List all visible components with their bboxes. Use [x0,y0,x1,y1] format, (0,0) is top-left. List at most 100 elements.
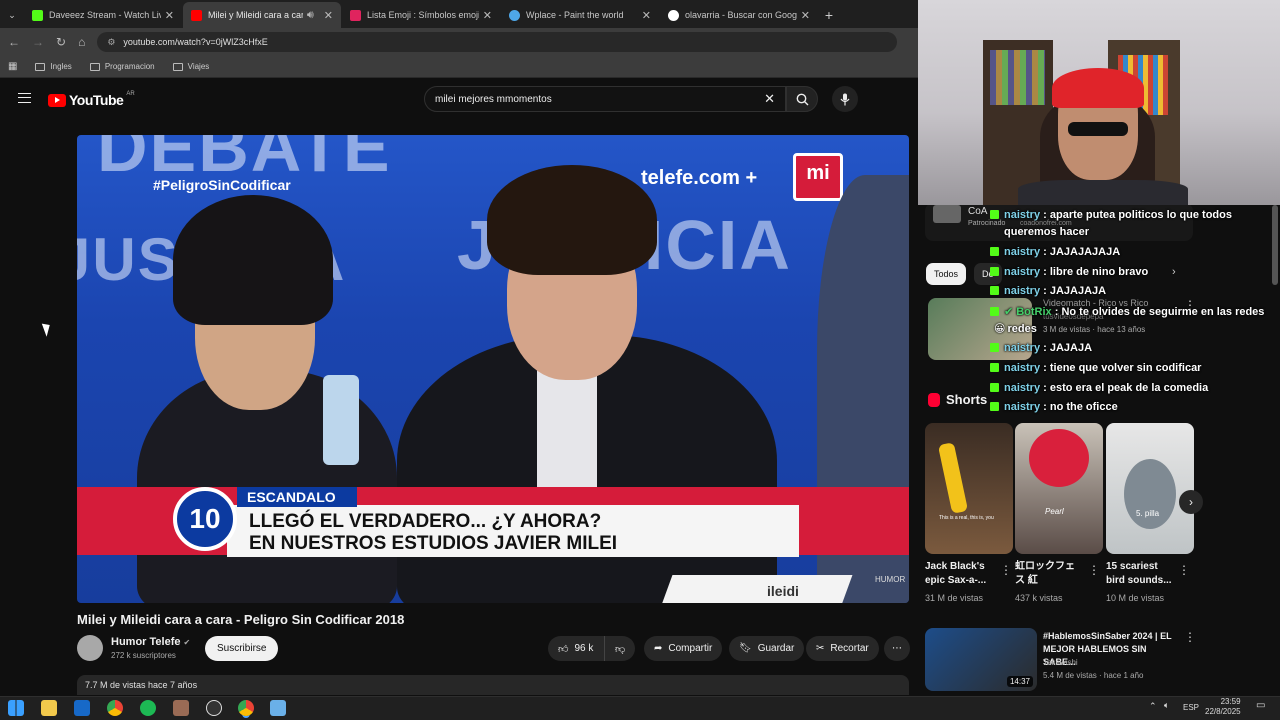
person-left-hair [173,195,333,325]
person-center-hair [487,165,657,275]
close-icon[interactable]: ✕ [165,9,174,22]
search-input[interactable]: milei mejores mmomentos ✕ [424,86,786,112]
new-tab-button[interactable]: + [819,2,839,28]
folder-icon [35,62,46,71]
save-button[interactable]: 🔖︎ Guardar [729,636,805,661]
youtube-header: YouTube AR milei mejores mmomentos ✕ [0,80,918,118]
voice-search-button[interactable] [832,86,858,112]
tab-youtube-video[interactable]: Milei y Mileidi cara a cara -🔊︎✕ [183,2,341,28]
outlook-icon[interactable] [74,700,90,716]
forward-arrow-icon[interactable]: → [32,35,44,49]
bookmarks-bar: ▦ Ingles Programacion Viajes [0,56,918,78]
chrome-active-icon[interactable] [238,700,254,716]
ad-thumbnail [933,205,961,223]
tab-emoji-list[interactable]: Lista Emoji : Símbolos emoji na✕ [342,2,500,28]
thumbs-down-icon: 👎︎ [615,643,626,655]
channel-name[interactable]: Humor Telefe ✔ [111,636,190,648]
input-language[interactable]: ESP [1183,703,1199,712]
kick-favicon-icon [32,9,43,21]
chrome-icon[interactable] [107,700,123,716]
more-dots-icon: ⋯ [892,643,902,654]
chip-next-chevron-icon[interactable]: › [1172,266,1176,278]
browser-tab-bar: ⌄ Daveeez Stream - Watch Live o...✕ Mile… [0,0,918,28]
notepad-icon[interactable] [270,700,286,716]
like-button[interactable]: 👍︎ 96 k [548,636,606,661]
subscribe-button[interactable]: Suscribirse [205,636,279,661]
bookmark-icon: 🔖︎ [739,643,752,654]
browser-toolbar: ← → ↻ ⌂ ⚙︎ youtube.com/watch?v=0jWlZ3cHf… [0,28,918,56]
shorts-heading: Shorts [946,392,988,407]
spotify-icon[interactable] [140,700,156,716]
search-button[interactable] [786,86,818,112]
bookmark-folder-ingles[interactable]: Ingles [35,62,72,71]
chat-message-continuation: queremos hacer [1004,226,1089,238]
close-icon[interactable]: ✕ [801,9,810,22]
chat-message: ✔ BotRix : No te olvides de seguirme en l… [990,305,1264,318]
close-icon[interactable]: ✕ [642,9,651,22]
share-button[interactable]: ➦ Compartir [644,636,723,661]
shelf-items [990,50,1045,105]
google-favicon-icon [668,9,679,21]
chat-message: naistry : aparte putea politicos lo que … [990,209,1232,221]
address-bar[interactable]: ⚙︎ youtube.com/watch?v=0jWlZ3cHfxE [97,32,898,52]
streamer-red-cap [1052,68,1144,108]
more-options-icon[interactable]: ⋮ [1088,563,1100,577]
share-icon: ➦ [654,643,663,654]
tab-google-search[interactable]: olavarria - Buscar con Google ✕ [660,2,818,28]
tab-wplace[interactable]: Wplace - Paint the world ✕ [501,2,659,28]
bottom-video-thumbnail[interactable]: 14:37 [925,628,1037,691]
close-icon[interactable]: ✕ [324,9,333,22]
page-scrollbar[interactable] [1272,205,1278,285]
tab-kick-stream[interactable]: Daveeez Stream - Watch Live o...✕ [24,2,182,28]
short-thumbnail-1[interactable]: This is a real, this is, you [925,423,1013,554]
windows-taskbar [0,696,1280,720]
home-icon[interactable]: ⌂ [78,35,85,49]
apps-grid-icon[interactable]: ▦ [8,61,17,72]
more-actions-button[interactable]: ⋯ [884,636,910,661]
short-thumbnail-3[interactable]: 5. pilla [1106,423,1194,554]
verified-bot-icon: ✔ [1004,306,1014,318]
streamer-sunglasses [1068,122,1128,136]
speaker-icon[interactable]: 🔊︎ [307,9,314,22]
clip-button[interactable]: ✂ Recortar [806,636,879,661]
bookmark-folder-viajes[interactable]: Viajes [172,62,209,71]
menu-icon[interactable] [18,93,31,103]
chat-message: naistry : JAJAJAJAJA [990,246,1120,258]
emoji-favicon-icon [350,9,361,21]
channel-avatar[interactable] [77,635,103,661]
chat-message: naistry : JAJAJA [990,342,1092,354]
kick-badge-icon [990,363,999,372]
back-arrow-icon[interactable]: ← [8,35,20,49]
app-icon[interactable] [173,700,189,716]
more-options-icon[interactable]: ⋮ [1184,630,1196,644]
file-explorer-icon[interactable] [41,700,57,716]
kick-badge-icon [990,267,999,276]
obs-icon[interactable] [206,700,222,716]
more-options-icon[interactable]: ⋮ [1178,563,1190,577]
streamer-shirt [1018,180,1188,205]
more-options-icon[interactable]: ⋮ [1000,563,1012,577]
shorts-next-button[interactable]: › [1179,490,1203,514]
tab-search-dropdown[interactable]: ⌄ [0,2,24,28]
notifications-icon[interactable]: ▭ [1256,700,1265,711]
close-icon[interactable]: ✕ [483,9,492,22]
kick-badge-icon [990,307,999,316]
volume-icon[interactable]: 🔈︎ [1164,700,1169,711]
chat-message: naistry : libre de nino bravo [990,266,1148,278]
short-thumbnail-2[interactable]: Pearl [1015,423,1103,554]
bookmark-folder-programacion[interactable]: Programacion [89,62,155,71]
chat-message: naistry : tiene que volver sin codificar [990,362,1201,374]
description-box[interactable]: 7.7 M de vistas hace 7 años [77,675,909,695]
youtube-logo[interactable]: YouTube AR [48,91,135,108]
system-clock[interactable]: 23:59 22/8/2025 [1205,697,1241,717]
clear-search-icon[interactable]: ✕ [764,91,775,107]
chevron-right-icon: › [1189,495,1193,509]
reload-icon[interactable]: ↻ [56,35,66,49]
chip-todos[interactable]: Todos [926,263,967,285]
dislike-button[interactable]: 👎︎ [604,636,636,661]
site-info-icon[interactable]: ⚙︎ [107,37,115,48]
video-player[interactable]: DEBATE JUSTICIA JUSTICIA #PeligroSinCodi… [77,135,909,603]
kick-badge-icon [990,343,999,352]
windows-start-icon[interactable] [8,700,24,716]
tray-chevron-up-icon[interactable]: ⌃ [1149,701,1157,712]
